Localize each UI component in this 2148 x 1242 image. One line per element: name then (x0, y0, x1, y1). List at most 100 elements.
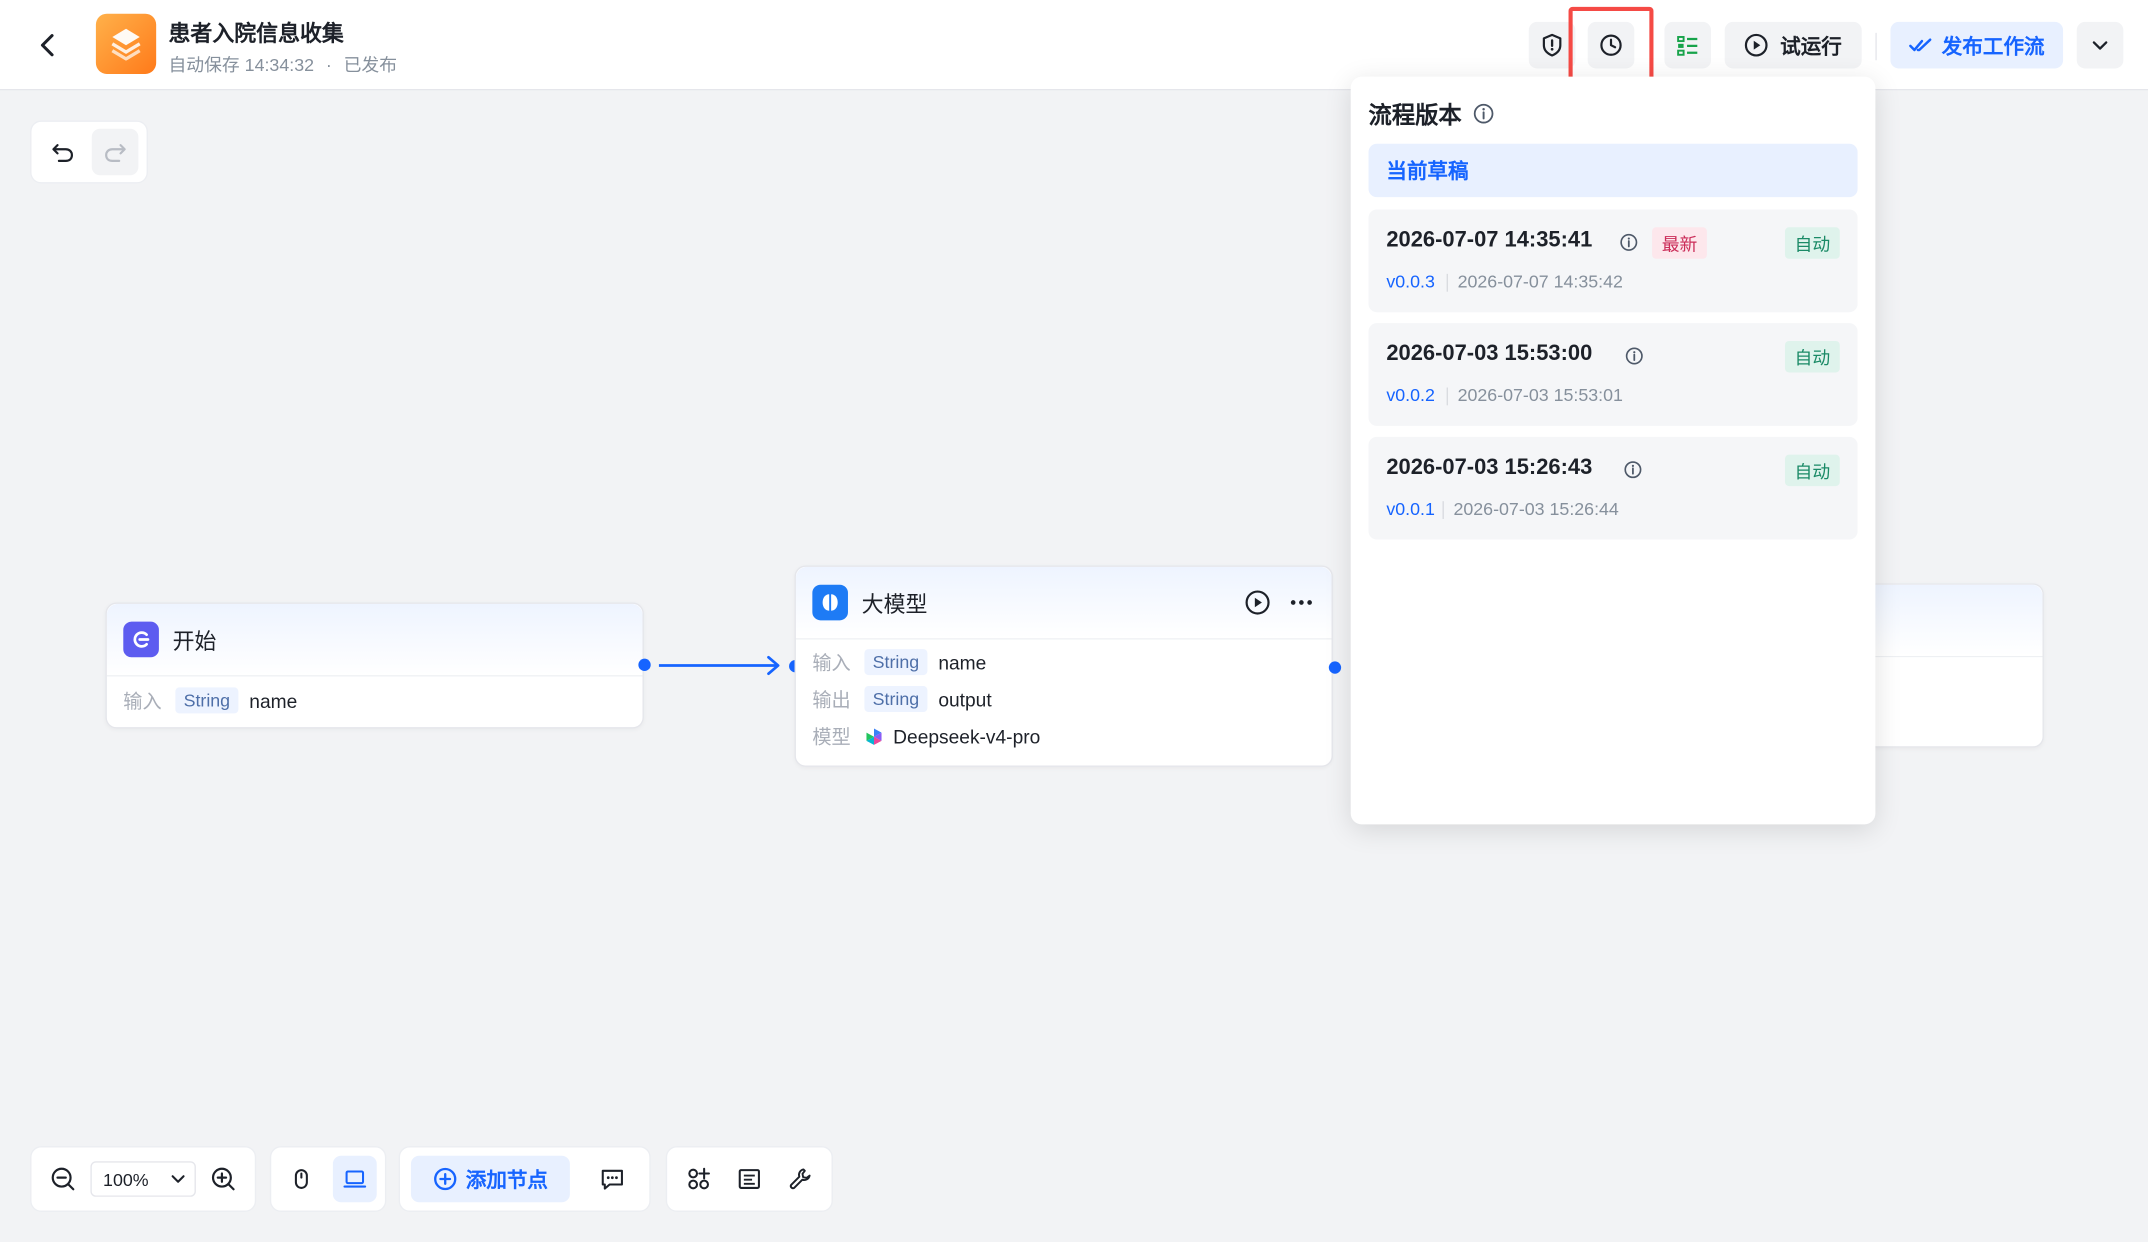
info-icon[interactable] (1623, 460, 1642, 479)
start-input-row: 输入 String name (107, 682, 643, 719)
model-label: 模型 (812, 725, 851, 747)
history-controls (30, 120, 148, 184)
type-tag: String (175, 687, 239, 714)
zoom-out-button[interactable] (40, 1156, 86, 1203)
mouse-icon (295, 1169, 309, 1189)
brain-icon (822, 594, 838, 611)
comment-icon (601, 1169, 623, 1190)
zoom-in-icon (212, 1167, 236, 1191)
version-number: v0.0.3 (1386, 271, 1435, 292)
model-name: Deepseek-v4-pro (893, 725, 1041, 747)
separator-dot: · (325, 54, 332, 76)
info-icon[interactable] (1625, 346, 1644, 365)
double-check-icon (1909, 38, 1933, 52)
version-time: 2026-07-03 15:26:43 (1386, 455, 1593, 480)
zoom-level-select[interactable]: 100% (90, 1161, 196, 1197)
settings-tool-button[interactable] (778, 1156, 824, 1203)
interaction-mode-toolbar (269, 1146, 387, 1212)
touchpad-mode-button[interactable] (332, 1155, 377, 1203)
llm-input-row: 输入 String name (796, 644, 1332, 681)
divider (1442, 501, 1444, 519)
save-status: 自动保存 14:34:32 · 已发布 (168, 51, 397, 77)
start-node-header: 开始 (106, 603, 643, 677)
version-date: 2026-07-03 15:26:44 (1453, 498, 1619, 519)
variable-name: name (249, 689, 298, 712)
type-tag: String (864, 649, 928, 676)
input-label: 输入 (123, 689, 162, 712)
llm-output-port[interactable] (1328, 661, 1342, 674)
checklist-button[interactable] (1664, 21, 1712, 69)
undo-icon (52, 144, 74, 162)
info-icon[interactable] (1473, 102, 1495, 124)
add-node-button[interactable]: 添加节点 (410, 1155, 570, 1203)
start-node[interactable]: 开始 输入 String name (105, 602, 644, 729)
start-node-title: 开始 (172, 631, 217, 655)
panel-header: 流程版本 (1369, 96, 1495, 130)
wrench-icon (790, 1168, 811, 1190)
tools-toolbar (665, 1146, 833, 1212)
zoom-toolbar: 100% (30, 1146, 257, 1212)
divider (1446, 273, 1448, 292)
latest-badge: 最新 (1652, 227, 1707, 259)
llm-node[interactable]: 大模型 输入 String name 输出 String output 模型 D… (794, 565, 1333, 767)
llm-node-actions (1244, 589, 1315, 616)
app-logo (95, 13, 157, 74)
apps-add-icon (687, 1167, 710, 1190)
add-node-toolbar: 添加节点 (398, 1146, 651, 1212)
more-icon[interactable] (1288, 589, 1315, 616)
test-run-button[interactable]: 试运行 (1724, 21, 1862, 69)
llm-model-row: 模型 Deepseek-v4-pro (796, 718, 1332, 755)
panel-title: 流程版本 (1368, 102, 1462, 129)
variable-name: output (938, 688, 992, 711)
laptop-icon (343, 1170, 366, 1188)
version-card[interactable]: 2026-07-07 14:35:41 最新 自动 v0.0.3 2026-07… (1368, 209, 1858, 313)
output-label: 输出 (812, 688, 851, 711)
play-circle-icon (1745, 33, 1769, 57)
start-node-icon (123, 621, 159, 658)
version-time: 2026-07-03 15:53:00 (1386, 342, 1593, 366)
more-options-dropdown[interactable] (2076, 21, 2124, 69)
version-date: 2026-07-07 14:35:42 (1457, 271, 1623, 292)
mouse-mode-button[interactable] (279, 1156, 324, 1203)
start-icon (133, 631, 150, 648)
autosave-text: 自动保存 14:34:32 (168, 54, 315, 76)
test-run-label: 试运行 (1780, 34, 1842, 59)
llm-node-title: 大模型 (861, 594, 928, 618)
zoom-in-button[interactable] (201, 1156, 247, 1203)
model-logo-icon (866, 727, 882, 745)
llm-output-row: 输出 String output (796, 681, 1332, 718)
run-node-icon[interactable] (1244, 589, 1271, 616)
version-time: 2026-07-07 14:35:41 (1386, 228, 1593, 252)
start-output-port[interactable] (638, 658, 651, 671)
back-button[interactable] (30, 27, 66, 63)
llm-node-icon (812, 584, 848, 621)
publish-status: 已发布 (343, 54, 398, 76)
comment-button[interactable] (589, 1156, 636, 1203)
undo-button[interactable] (40, 129, 87, 176)
chevron-down-icon (171, 1175, 185, 1183)
type-tag: String (864, 686, 928, 713)
chevron-down-icon (2092, 41, 2108, 50)
auto-badge: 自动 (1784, 454, 1840, 487)
outline-button[interactable] (726, 1156, 772, 1203)
toolbar-divider (1875, 32, 1877, 61)
version-date: 2026-07-03 15:53:01 (1457, 384, 1623, 406)
version-card[interactable]: 2026-07-03 15:53:00 自动 v0.0.2 2026-07-03… (1368, 323, 1858, 426)
redo-button[interactable] (91, 128, 139, 176)
publish-workflow-button[interactable]: 发布工作流 (1890, 21, 2064, 69)
plus-circle-icon (434, 1167, 457, 1191)
version-card[interactable]: 2026-07-03 15:26:43 自动 v0.0.1 2026-07-03… (1368, 436, 1858, 540)
plugins-button[interactable] (675, 1156, 721, 1203)
add-node-label: 添加节点 (465, 1168, 548, 1193)
info-icon[interactable] (1619, 233, 1638, 252)
variable-name: name (938, 651, 987, 674)
shield-alert-icon (1542, 33, 1562, 57)
auto-badge: 自动 (1784, 227, 1840, 259)
version-number: v0.0.2 (1386, 384, 1435, 406)
chevron-left-icon (40, 34, 54, 57)
version-history-panel: 流程版本 当前草稿 2026-07-07 14:35:41 最新 自动 v0.0… (1350, 76, 1876, 825)
divider (1446, 387, 1448, 406)
current-draft-item[interactable]: 当前草稿 (1368, 143, 1858, 198)
layers-logo-icon (111, 28, 141, 61)
workflow-title: 患者入院信息收集 (168, 23, 344, 47)
